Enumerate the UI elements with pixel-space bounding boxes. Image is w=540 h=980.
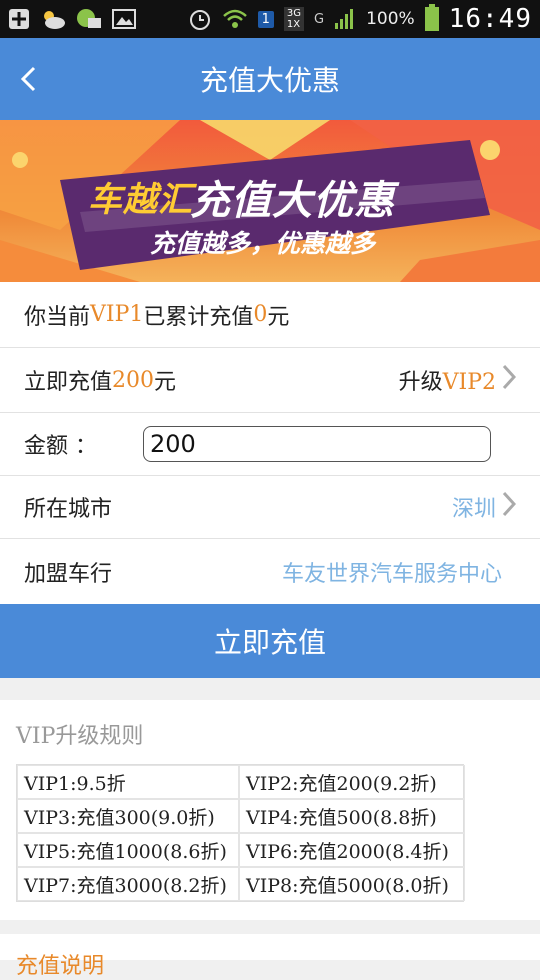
back-chevron-icon [20, 66, 36, 92]
rule-cell: VIP6:充值2000(8.4折) [239, 833, 465, 867]
rules-title: VIP升级规则 [16, 724, 144, 749]
vip-rules-section: VIP升级规则 VIP1:9.5折 VIP2:充值200(9.2折) VIP3:… [0, 700, 540, 920]
recharge-upgrade-row[interactable]: 立即充值 200 元 升级VIP2 [0, 348, 540, 413]
account-prefix: 你当前 [24, 304, 91, 330]
city-selector[interactable]: 深圳 [451, 490, 517, 525]
recharge-now-button[interactable]: 立即充值 [0, 604, 540, 678]
status-bar-right: 1 3G 1X G 100% 16:49 [188, 4, 532, 34]
upgrade-target[interactable]: 升级VIP2 [398, 363, 517, 398]
city-row[interactable]: 所在城市 深圳 [0, 476, 540, 539]
account-suffix: 元 [267, 304, 290, 330]
alarm-icon [188, 7, 212, 31]
amount-label: 金额 ： [24, 434, 97, 459]
rule-cell: VIP2:充值200(9.2折) [239, 765, 465, 799]
account-middle: 已累计充值 [143, 304, 254, 330]
back-button[interactable] [18, 38, 68, 120]
banner-headline: 充值大优惠 [190, 178, 395, 224]
rule-cell: VIP1:9.5折 [17, 765, 239, 799]
banner-subline: 充值越多，优惠越多 [150, 229, 376, 258]
amount-row: 金额 ： [0, 413, 540, 476]
chevron-right-icon [502, 490, 517, 525]
nav-header: 充值大优惠 [0, 38, 540, 120]
recharge-amount: 200 [112, 367, 155, 393]
banner-brand: 车越汇 [88, 180, 193, 220]
page-title: 充值大优惠 [199, 64, 340, 97]
vip-level: VIP1 [90, 302, 144, 327]
image-icon [112, 8, 136, 30]
recharge-suffix: 元 [154, 370, 177, 395]
clock: 16:49 [448, 4, 532, 34]
rule-cell: VIP3:充值300(9.0折) [17, 799, 239, 833]
rules-table: VIP1:9.5折 VIP2:充值200(9.2折) VIP3:充值300(9.… [16, 764, 465, 902]
battery-icon [424, 4, 439, 31]
weather-icon [40, 8, 66, 30]
account-status-row: 你当前 VIP1 已累计充值 0 元 [0, 282, 540, 348]
city-value: 深圳 [451, 497, 496, 522]
sim-icon: 1 [257, 10, 274, 28]
upgrade-level: VIP2 [442, 370, 496, 395]
recharge-notes-section: 充值说明 [0, 934, 540, 979]
partner-value[interactable]: 车友世界汽车服务中心 [282, 556, 502, 588]
messenger-icon [76, 8, 102, 30]
promo-banner[interactable]: 车越汇 充值大优惠 充值越多，优惠越多 [0, 120, 540, 282]
status-bar: 1 3G 1X G 100% 16:49 [0, 0, 540, 38]
notes-title: 充值说明 [16, 954, 105, 979]
total-recharged: 0 [253, 302, 268, 327]
city-label: 所在城市 [24, 497, 113, 522]
signal-icon [334, 8, 356, 30]
rule-cell: VIP4:充值500(8.8折) [239, 799, 465, 833]
recharge-prefix: 立即充值 [24, 370, 113, 395]
upgrade-prefix: 升级 [398, 370, 443, 395]
partner-label: 加盟车行 [24, 561, 113, 587]
rule-cell: VIP5:充值1000(8.6折) [17, 833, 239, 867]
network-label-top: 3G [286, 8, 302, 19]
wifi-icon [222, 8, 248, 30]
add-icon [8, 8, 30, 30]
rule-cell: VIP7:充值3000(8.2折) [17, 867, 239, 901]
carrier-letter: G [314, 11, 325, 27]
network-type-icon: 3G 1X [283, 7, 305, 31]
rule-cell: VIP8:充值5000(8.0折) [239, 867, 465, 901]
amount-input[interactable] [143, 426, 491, 462]
partner-row[interactable]: 加盟车行 车友世界汽车服务中心 [0, 539, 540, 604]
network-label-bottom: 1X [286, 19, 301, 30]
status-bar-left [8, 8, 136, 30]
chevron-right-icon [502, 363, 517, 398]
battery-percent: 100% [366, 9, 415, 29]
